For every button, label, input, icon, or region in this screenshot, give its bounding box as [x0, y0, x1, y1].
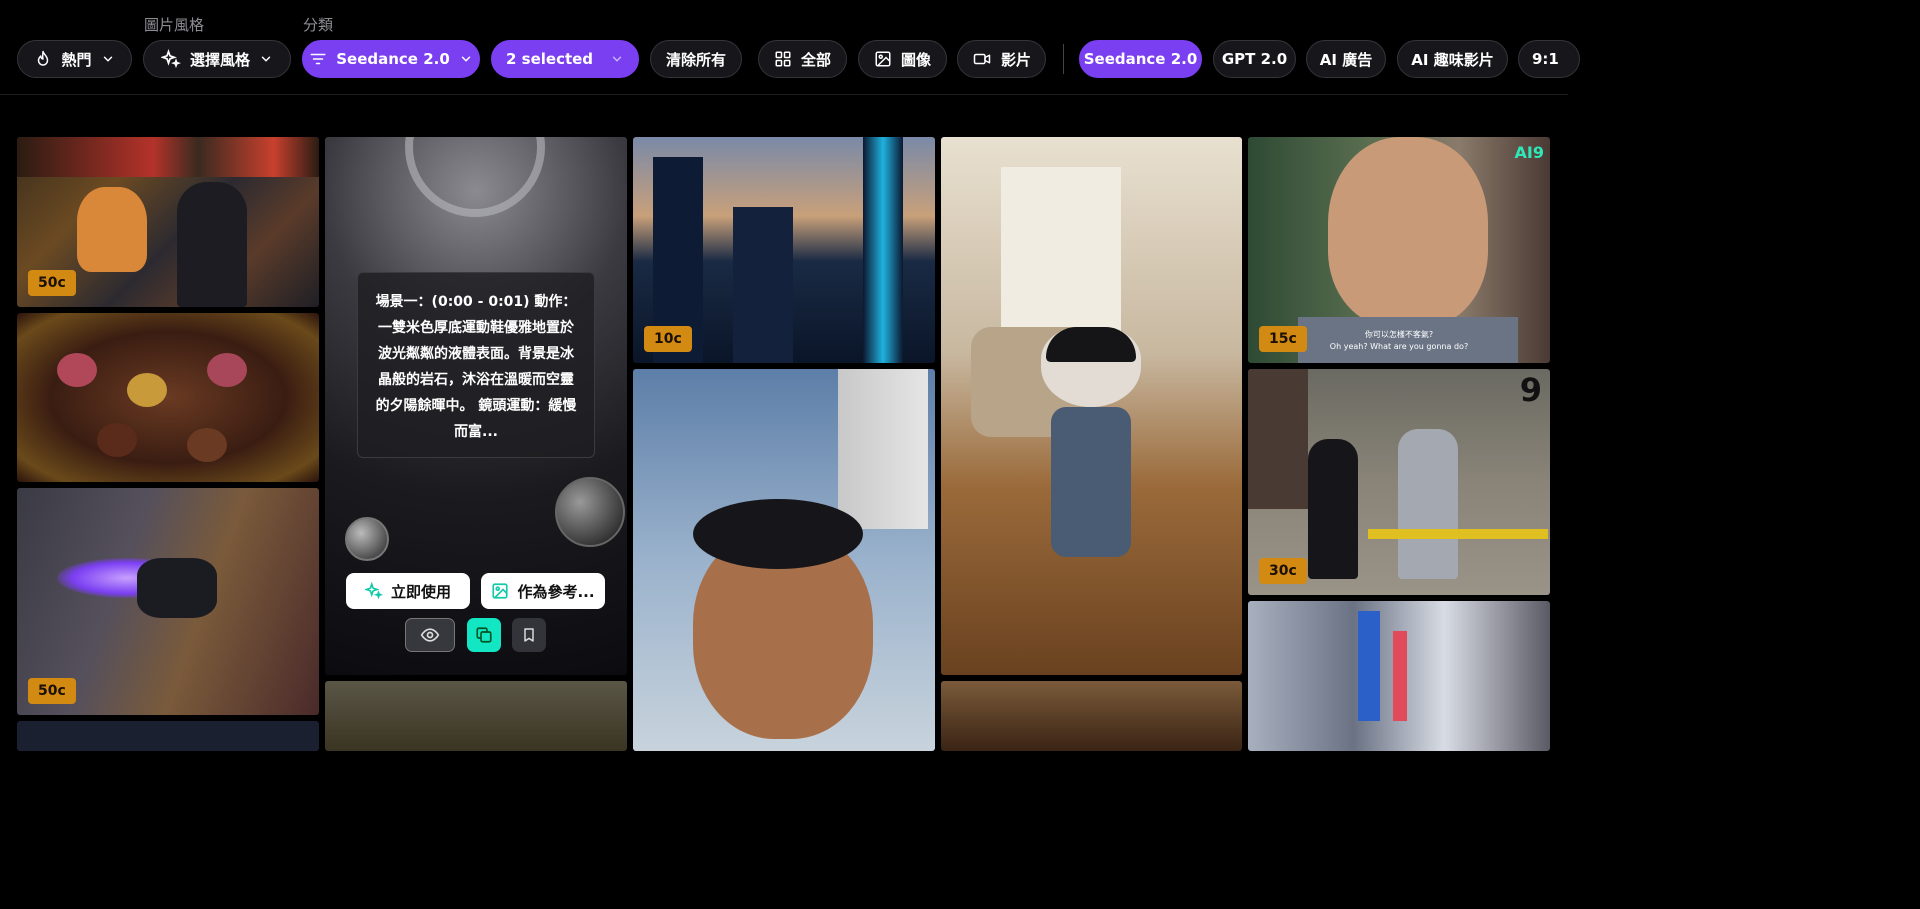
type-image-button[interactable]: 圖像 — [858, 40, 947, 78]
tile-scene-bubble — [555, 477, 625, 547]
multi-select-label: 2 selected — [506, 50, 594, 68]
tile-scene-chocolate — [97, 423, 137, 457]
tag-ai-ads[interactable]: AI 廣告 — [1306, 40, 1386, 78]
filter-icon — [310, 53, 326, 65]
type-video-label: 影片 — [1000, 50, 1031, 69]
tile-scene-sign — [1393, 631, 1407, 721]
tile-chocolates[interactable] — [17, 313, 319, 482]
style-group-label: 圖片風格 — [144, 16, 205, 34]
tile-street-fight[interactable]: 9 30c — [1248, 369, 1550, 595]
tile-city-street[interactable] — [1248, 601, 1550, 751]
model-select-label: Seedance 2.0 — [336, 50, 450, 68]
type-all-label: 全部 — [800, 50, 831, 69]
tile-bubbles-hover[interactable]: 場景一：(0:00 - 0:01) 動作：一雙米色厚底運動鞋優雅地置於波光粼粼的… — [325, 137, 627, 675]
tile-scene-chocolate — [127, 373, 167, 407]
tile-scene-hair — [693, 499, 863, 569]
flame-icon — [38, 50, 49, 66]
chevron-down-icon — [103, 56, 112, 62]
video-icon — [973, 53, 991, 65]
type-video-button[interactable]: 影片 — [957, 40, 1046, 78]
watermark-logo: 9 — [1519, 371, 1542, 409]
sort-label: 熱門 — [61, 50, 92, 69]
tile-scene-road-line — [1368, 529, 1548, 539]
tile-scene-cap — [1046, 327, 1136, 362]
toolbar-divider — [1063, 44, 1064, 74]
tag-label: AI 廣告 — [1319, 50, 1373, 69]
use-now-label: 立即使用 — [390, 582, 451, 601]
tile-scene-runner — [137, 558, 217, 618]
bookmark-icon — [524, 628, 534, 642]
clear-all-label: 清除所有 — [665, 50, 726, 69]
tag-ai-fun-video[interactable]: AI 趣味影片 — [1397, 40, 1508, 78]
category-group-label: 分類 — [303, 16, 334, 34]
cost-badge: 30c — [1259, 558, 1307, 584]
tag-ratio[interactable]: 9:1 — [1518, 40, 1580, 78]
tile-scene-ring — [405, 137, 545, 217]
tile-cliff-climber[interactable] — [633, 369, 935, 751]
filter-toolbar: 圖片風格 分類 熱門 選擇風格 Seedance 2.0 2 selected … — [0, 0, 1580, 95]
tag-label: GPT 2.0 — [1221, 50, 1288, 68]
cost-badge: 50c — [28, 270, 76, 296]
tile-partial[interactable] — [941, 681, 1242, 751]
tile-scene-head — [1328, 137, 1488, 327]
clear-all-button[interactable]: 清除所有 — [650, 40, 742, 78]
style-dropdown[interactable]: 選擇風格 — [143, 40, 291, 78]
sparkle-icon — [160, 49, 181, 69]
sparkle-icon — [364, 582, 383, 600]
image-icon — [492, 583, 509, 599]
use-as-reference-button[interactable]: 作為參考... — [481, 573, 605, 609]
tile-scene-building — [863, 137, 903, 363]
tag-gpt[interactable]: GPT 2.0 — [1213, 40, 1296, 78]
tile-scene-wall — [838, 369, 928, 529]
tile-scene-cat — [77, 187, 147, 272]
tag-label: Seedance 2.0 — [1083, 50, 1198, 68]
tile-scene-chocolate — [207, 353, 247, 387]
eye-icon — [420, 628, 440, 642]
tile-scene-overalls — [1051, 407, 1131, 557]
tile-scene-person — [1398, 429, 1458, 579]
tile-speed-runner[interactable]: 50c — [17, 488, 319, 715]
tile-partial[interactable] — [325, 681, 627, 751]
multi-select-dropdown[interactable]: 2 selected — [491, 40, 639, 78]
type-image-label: 圖像 — [900, 50, 931, 69]
type-all-button[interactable]: 全部 — [758, 40, 847, 78]
grid-icon — [775, 51, 791, 67]
tile-scene-robe — [1298, 317, 1518, 363]
tile-dancing-cat[interactable] — [941, 137, 1242, 675]
tile-city-tower[interactable]: 10c — [633, 137, 935, 363]
tile-night-market-cat[interactable]: 50c — [17, 137, 319, 307]
tile-scene-signs — [17, 137, 319, 177]
chevron-down-icon — [261, 56, 271, 62]
chevron-down-icon — [612, 56, 622, 62]
copy-button[interactable] — [467, 618, 501, 652]
image-icon — [875, 51, 891, 67]
tile-scene-person — [1308, 439, 1358, 579]
use-as-ref-label: 作為參考... — [517, 582, 595, 601]
tile-scene-person — [177, 182, 247, 307]
tag-seedance[interactable]: Seedance 2.0 — [1079, 40, 1202, 78]
use-now-button[interactable]: 立即使用 — [346, 573, 470, 609]
tile-scene-sign — [1358, 611, 1380, 721]
tile-partial[interactable] — [17, 721, 319, 751]
chevron-down-icon — [461, 56, 471, 62]
tile-scene-shop — [1248, 369, 1308, 509]
tile-scene-bubble — [345, 517, 389, 561]
copy-icon — [476, 627, 492, 643]
cost-badge: 10c — [644, 326, 692, 352]
tag-label: AI 趣味影片 — [1411, 50, 1494, 69]
tile-monk-closeup[interactable]: AI9 你可以怎樣不客氣? Oh yeah? What are you gonn… — [1248, 137, 1550, 363]
tile-scene-building — [733, 207, 793, 363]
style-select-label: 選擇風格 — [189, 50, 250, 69]
sort-dropdown[interactable]: 熱門 — [17, 40, 132, 78]
watermark-logo: AI9 — [1514, 143, 1544, 162]
cost-badge: 50c — [28, 678, 76, 704]
cost-badge: 15c — [1259, 326, 1307, 352]
prompt-preview: 場景一：(0:00 - 0:01) 動作：一雙米色厚底運動鞋優雅地置於波光粼粼的… — [357, 272, 595, 458]
tile-scene-chocolate — [187, 428, 227, 462]
tag-label: 9:1 — [1532, 50, 1559, 68]
model-dropdown[interactable]: Seedance 2.0 — [302, 40, 480, 78]
preview-button[interactable] — [405, 618, 455, 652]
bookmark-button[interactable] — [512, 618, 546, 652]
tile-scene-chocolate — [57, 353, 97, 387]
